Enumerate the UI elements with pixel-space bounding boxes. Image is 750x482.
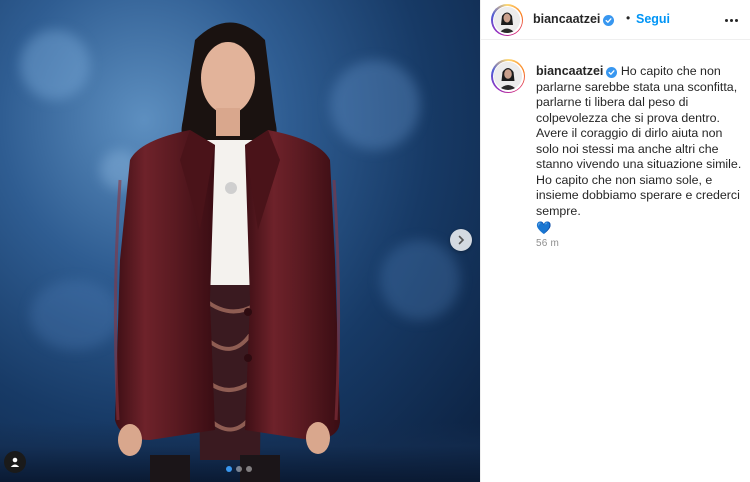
header-username[interactable]: biancaatzei	[533, 12, 615, 26]
post-timestamp[interactable]: 56 m	[536, 238, 559, 249]
blue-heart-emoji: 💙	[536, 221, 552, 235]
avatar-photo	[494, 7, 520, 33]
caption-text: Ho capito che non parlarne sarebbe stata…	[536, 64, 742, 218]
username-text[interactable]: biancaatzei	[536, 64, 603, 78]
carousel-next-button[interactable]	[450, 229, 472, 251]
more-options-button[interactable]	[721, 10, 741, 30]
post-header: biancaatzei • Segui	[481, 0, 750, 40]
avatar-photo	[494, 62, 522, 90]
profile-avatar[interactable]	[491, 4, 523, 36]
follow-button[interactable]: Segui	[636, 12, 670, 26]
carousel-dot	[236, 466, 242, 472]
verified-badge-icon	[606, 67, 618, 78]
more-options-icon	[724, 18, 728, 22]
verified-badge-icon	[603, 15, 615, 26]
chevron-right-icon	[458, 235, 465, 245]
caption-username[interactable]: biancaatzei	[536, 64, 618, 78]
carousel-indicator	[226, 466, 252, 472]
post-details-panel: biancaatzei • Segui biancaatzei Ho capit…	[480, 0, 750, 482]
tagged-users-button[interactable]	[4, 451, 26, 473]
post-caption: biancaatzei Ho capito che non parlarne s…	[536, 64, 746, 237]
post-media[interactable]	[0, 0, 480, 482]
woman-photo	[113, 22, 341, 482]
username-text[interactable]: biancaatzei	[533, 12, 600, 26]
user-tag-icon	[10, 457, 20, 467]
carousel-dot	[246, 466, 252, 472]
separator-dot: •	[626, 11, 631, 25]
caption-avatar[interactable]	[491, 59, 525, 93]
carousel-dot-active	[226, 466, 232, 472]
